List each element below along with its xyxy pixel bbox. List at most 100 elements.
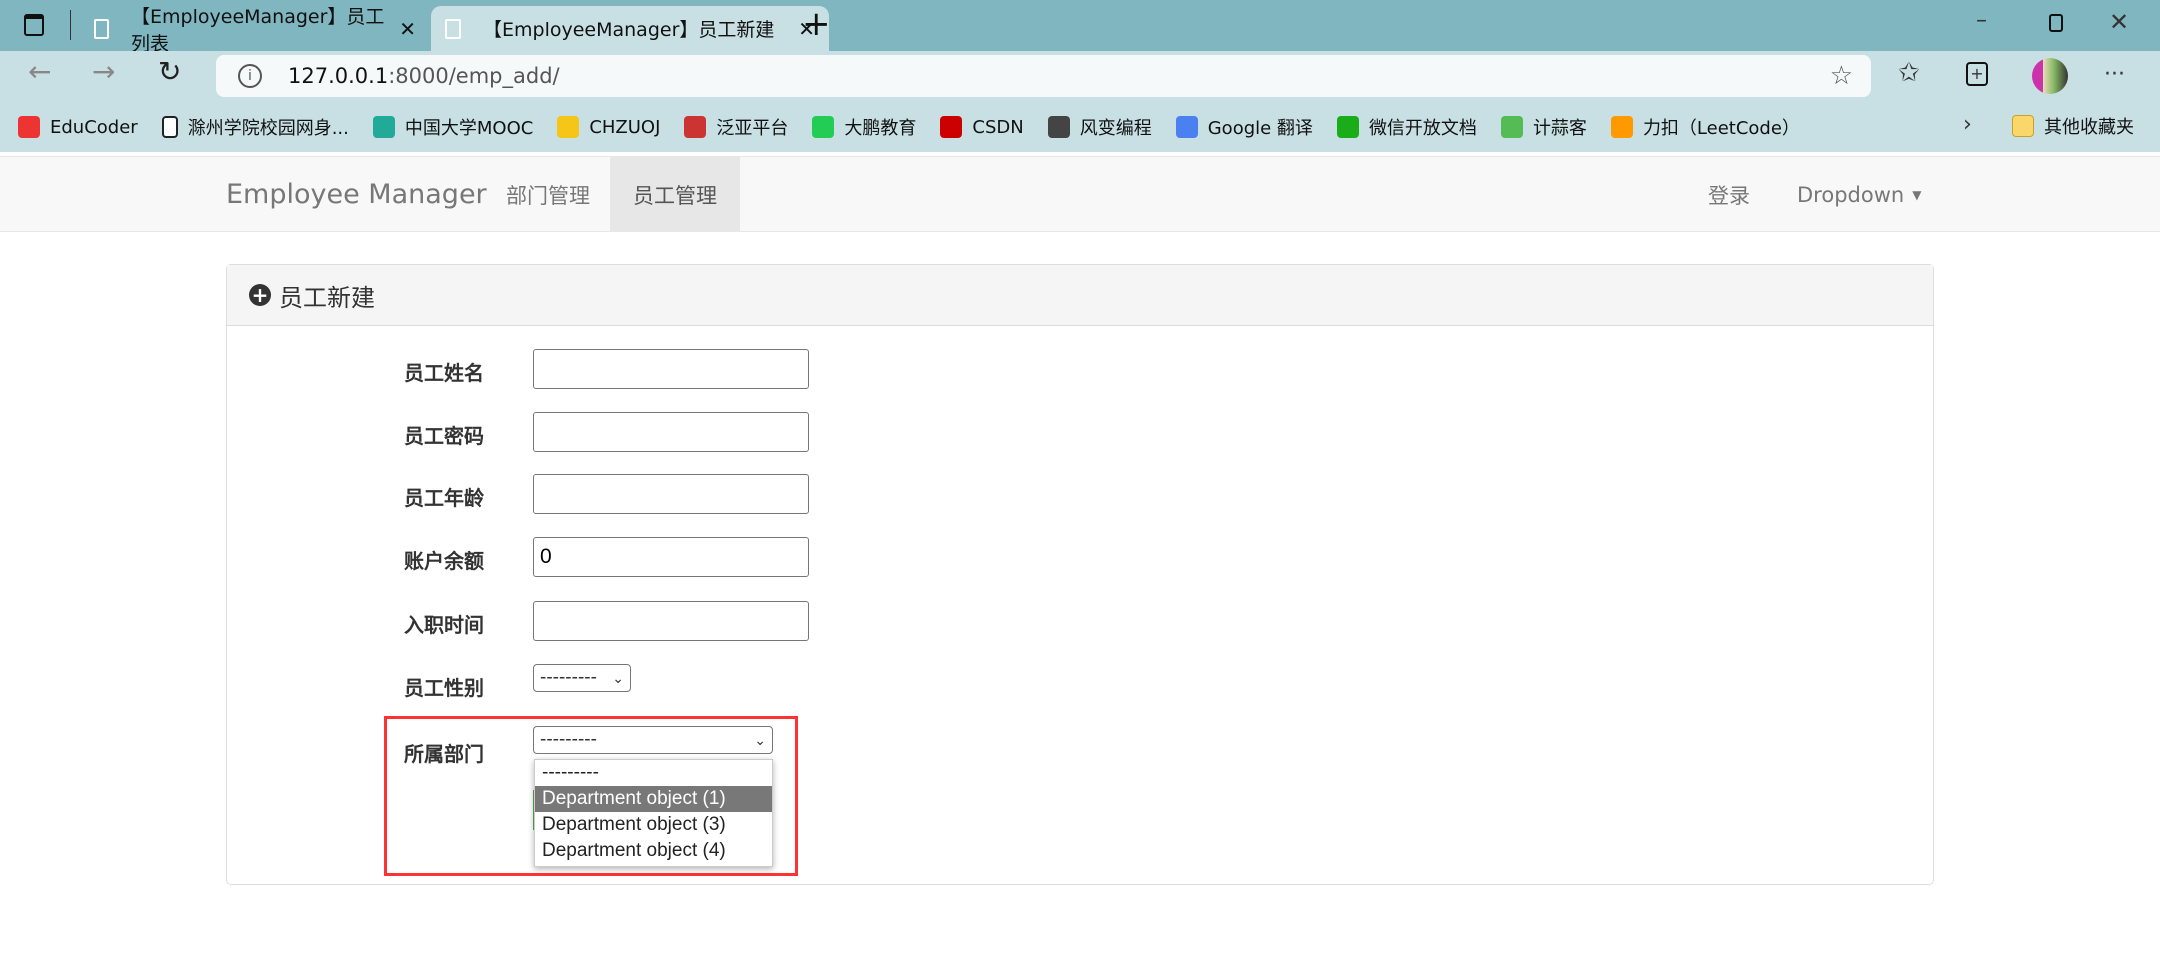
dropdown-option[interactable]: Department object (1) bbox=[535, 786, 772, 812]
divider bbox=[70, 10, 71, 40]
bookmark-item[interactable]: 大鹏教育 bbox=[812, 109, 916, 145]
nav-item-employees[interactable]: 员工管理 bbox=[610, 157, 740, 232]
url-path: :8000/emp_add/ bbox=[388, 64, 560, 88]
close-icon[interactable]: ✕ bbox=[399, 17, 416, 41]
department-label: 所属部门 bbox=[404, 742, 484, 766]
back-icon[interactable]: ← bbox=[28, 55, 51, 88]
field-label: 账户余额 bbox=[404, 549, 484, 573]
bookmark-label: 中国大学MOOC bbox=[404, 118, 534, 139]
folder-icon bbox=[2012, 115, 2034, 137]
dropdown-menu[interactable]: Dropdown ▼ bbox=[1797, 157, 1921, 232]
page-icon bbox=[445, 18, 461, 39]
bookmark-item[interactable]: EduCoder bbox=[18, 109, 138, 145]
tab-actions-icon[interactable] bbox=[24, 14, 44, 36]
navbar: Employee Manager 部门管理 员工管理 登录 Dropdown ▼ bbox=[0, 156, 2160, 232]
field-input[interactable] bbox=[533, 537, 809, 577]
bookmark-item[interactable]: CHZUOJ bbox=[557, 109, 660, 145]
field-label: 员工年龄 bbox=[404, 486, 484, 510]
bookmark-label: 泛亚平台 bbox=[716, 118, 789, 139]
bookmark-favicon-icon bbox=[1500, 116, 1523, 138]
bookmark-label: 风变编程 bbox=[1079, 118, 1152, 139]
bookmark-item[interactable]: 滁州学院校园网身... bbox=[161, 109, 349, 145]
bookmark-label: 计蒜客 bbox=[1532, 118, 1587, 139]
field-label: 入职时间 bbox=[404, 613, 484, 637]
bookmark-favicon-icon bbox=[1047, 116, 1070, 138]
gender-select[interactable]: --------- ⌄ bbox=[533, 664, 631, 692]
bookmark-item[interactable]: 泛亚平台 bbox=[684, 109, 788, 145]
bookmark-favicon-icon bbox=[1336, 116, 1359, 138]
bookmark-item[interactable]: 风变编程 bbox=[1047, 109, 1152, 145]
bookmark-favicon-icon bbox=[812, 116, 835, 138]
caret-down-icon: ▼ bbox=[1912, 187, 1922, 202]
field-input[interactable] bbox=[533, 474, 809, 514]
bookmark-item[interactable]: 计蒜客 bbox=[1500, 109, 1587, 145]
url-host: 127.0.0.1 bbox=[288, 64, 389, 88]
avatar[interactable] bbox=[2032, 58, 2068, 94]
bookmark-favicon-icon bbox=[18, 116, 40, 138]
gender-label: 员工性别 bbox=[404, 676, 484, 700]
bookmark-label: 滁州学院校园网身... bbox=[187, 118, 349, 139]
chevron-down-icon: ⌄ bbox=[612, 669, 624, 686]
department-dropdown-list: --------- Department object (1) Department… bbox=[534, 759, 773, 867]
add-favorite-icon[interactable]: ☆ bbox=[1830, 61, 1853, 91]
brand-link[interactable]: Employee Manager bbox=[226, 157, 487, 232]
bookmark-label: Google 翻译 bbox=[1207, 118, 1313, 139]
bookmark-favicon-icon bbox=[940, 116, 963, 138]
field-input[interactable] bbox=[533, 349, 809, 389]
dropdown-option[interactable]: --------- bbox=[535, 760, 772, 786]
bookmark-label: 大鹏教育 bbox=[844, 118, 917, 139]
window-close-icon[interactable]: ✕ bbox=[2109, 8, 2129, 36]
nav-item-departments[interactable]: 部门管理 bbox=[506, 157, 590, 232]
bookmark-favicon-icon bbox=[1610, 116, 1633, 138]
bookmark-item[interactable]: CSDN bbox=[940, 109, 1024, 145]
bookmark-favicon-icon bbox=[161, 116, 178, 138]
tab-employee-add[interactable]: 【EmployeeManager】员工新建 ✕ bbox=[431, 6, 829, 51]
refresh-icon[interactable]: ↻ bbox=[158, 55, 181, 88]
field-label: 员工姓名 bbox=[404, 361, 484, 385]
chevron-down-icon: ⌄ bbox=[754, 731, 766, 748]
favorites-icon[interactable]: ✩ bbox=[1898, 58, 1920, 88]
more-icon[interactable]: ··· bbox=[2104, 62, 2125, 87]
new-tab-icon[interactable]: + bbox=[802, 4, 831, 44]
bookmark-label: 力扣（LeetCode） bbox=[1642, 118, 1800, 139]
field-label: 员工密码 bbox=[404, 424, 484, 448]
bookmark-label: CHZUOJ bbox=[589, 116, 661, 138]
bookmark-item[interactable]: 中国大学MOOC bbox=[372, 109, 534, 145]
collections-icon[interactable]: + bbox=[1966, 62, 1988, 86]
address-bar[interactable]: i 127.0.0.1:8000/emp_add/ ☆ bbox=[216, 55, 1871, 97]
bookmark-label: EduCoder bbox=[50, 116, 138, 138]
minimize-icon[interactable]: – bbox=[1976, 8, 1987, 33]
panel-title: 员工新建 bbox=[279, 283, 375, 312]
tab-title: 【EmployeeManager】员工列表 bbox=[131, 5, 385, 55]
bookmark-label: CSDN bbox=[972, 116, 1024, 138]
field-input[interactable] bbox=[533, 412, 809, 452]
bookmark-favicon-icon bbox=[684, 116, 707, 138]
dropdown-option[interactable]: Department object (4) bbox=[535, 838, 772, 864]
restore-icon[interactable] bbox=[2049, 14, 2063, 32]
bookmark-favicon-icon bbox=[1175, 116, 1198, 138]
forward-icon[interactable]: → bbox=[92, 55, 115, 88]
bookmark-item[interactable]: Google 翻译 bbox=[1175, 109, 1313, 145]
plus-circle-icon: + bbox=[249, 284, 271, 306]
tab-title: 【EmployeeManager】员工新建 bbox=[483, 19, 775, 41]
dropdown-label: Dropdown bbox=[1797, 182, 1905, 207]
other-bookmarks[interactable]: 其他收藏夹 bbox=[2012, 108, 2134, 144]
select-value: --------- bbox=[540, 729, 597, 750]
bookmark-label: 微信开放文档 bbox=[1368, 118, 1477, 139]
select-value: --------- bbox=[540, 667, 597, 688]
panel-heading: + 员工新建 bbox=[227, 265, 1933, 326]
info-icon[interactable]: i bbox=[238, 64, 262, 88]
department-select[interactable]: --------- ⌄ bbox=[533, 726, 773, 754]
tab-bar: 【EmployeeManager】员工列表 ✕ 【EmployeeManager… bbox=[0, 0, 2160, 55]
bookmarks-bar: EduCoder 滁州学院校园网身... 中国大学MOOC CHZUOJ 泛亚平台 大鹏教… bbox=[0, 102, 2160, 152]
bookmark-label: 其他收藏夹 bbox=[2044, 117, 2134, 138]
chevron-right-icon[interactable]: › bbox=[1963, 112, 1972, 137]
dropdown-option[interactable]: Department object (3) bbox=[535, 812, 772, 838]
field-input[interactable] bbox=[533, 601, 809, 641]
login-link[interactable]: 登录 bbox=[1708, 157, 1750, 232]
bookmark-favicon-icon bbox=[557, 116, 580, 138]
bookmark-item[interactable]: 力扣（LeetCode） bbox=[1610, 109, 1800, 145]
tab-employee-list[interactable]: 【EmployeeManager】员工列表 ✕ bbox=[80, 6, 430, 55]
bookmark-item[interactable]: 微信开放文档 bbox=[1336, 109, 1477, 145]
bookmark-favicon-icon bbox=[372, 116, 395, 138]
